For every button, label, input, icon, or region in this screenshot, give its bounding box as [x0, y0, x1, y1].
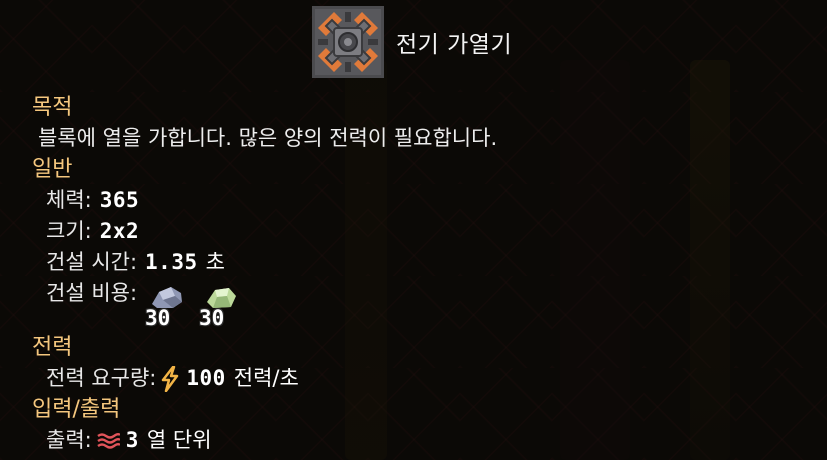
- stat-build-cost: 건설 비용: 30 30: [32, 278, 497, 330]
- build-cost-label: 건설 비용:: [46, 281, 138, 305]
- power-usage-value: 100: [186, 366, 226, 390]
- block-header: 전기 가열기: [312, 6, 512, 78]
- stat-build-time: 건설 시간: 1.35 초: [32, 247, 497, 278]
- cost-item-silicon: 30: [199, 284, 245, 330]
- health-value: 365: [99, 188, 140, 212]
- section-title-general: 일반: [32, 157, 73, 182]
- cost-amount: 30: [199, 306, 225, 330]
- electric-heater-block-icon: [312, 6, 384, 78]
- build-time-unit: 초: [205, 250, 225, 274]
- output-label: 출력:: [46, 428, 92, 452]
- power-usage-unit: 전력/초: [233, 366, 299, 390]
- section-title-power: 전력: [32, 335, 73, 360]
- heat-waves-icon: [96, 431, 120, 451]
- description-text: 블록에 열을 가합니다. 많은 양의 전력이 필요합니다.: [38, 126, 498, 150]
- size-label: 크기:: [46, 219, 92, 243]
- block-title: 전기 가열기: [396, 32, 513, 58]
- cost-amount: 30: [145, 306, 171, 330]
- stat-health: 체력: 365: [32, 185, 497, 216]
- stat-power-usage: 전력 요구량: 100 전력/초: [32, 363, 497, 394]
- output-unit: 열 단위: [146, 428, 212, 452]
- purpose-description: 블록에 열을 가합니다. 많은 양의 전력이 필요합니다.: [32, 123, 497, 154]
- stat-output: 출력: 3 열 단위: [32, 425, 497, 456]
- output-value: 3: [125, 428, 139, 452]
- lightning-icon: [160, 365, 180, 392]
- section-title-purpose: 목적: [32, 95, 73, 120]
- section-title-io: 입력/출력: [32, 397, 121, 422]
- cost-item-lead: 30: [145, 284, 191, 330]
- build-time-value: 1.35: [145, 250, 198, 274]
- size-value: 2x2: [99, 219, 140, 243]
- power-usage-label: 전력 요구량:: [46, 366, 157, 390]
- block-stats: 목적 블록에 열을 가합니다. 많은 양의 전력이 필요합니다. 일반 체력: …: [32, 92, 497, 456]
- build-cost-list: 30 30: [145, 284, 245, 330]
- health-label: 체력:: [46, 188, 92, 212]
- build-time-label: 건설 시간:: [46, 250, 138, 274]
- stat-size: 크기: 2x2: [32, 216, 497, 247]
